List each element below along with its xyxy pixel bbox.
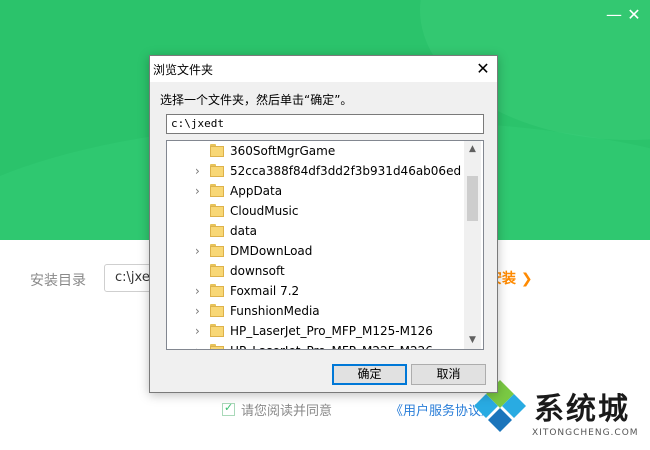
folder-name: Foxmail 7.2 — [230, 284, 300, 298]
folder-icon — [210, 244, 224, 258]
folder-tree-item[interactable]: › 52cca388f84df3dd2f3b931d46ab06ed — [167, 161, 464, 181]
folder-name: AppData — [230, 184, 283, 198]
folder-name: 52cca388f84df3dd2f3b931d46ab06ed — [230, 164, 462, 178]
cancel-button[interactable]: 取消 — [411, 364, 486, 385]
folder-icon — [210, 224, 224, 238]
browse-folder-dialog: 浏览文件夹 ✕ 选择一个文件夹，然后单击“确定”。 c:\jxedt › HP_L… — [149, 55, 498, 393]
minimize-button[interactable]: — — [604, 6, 624, 24]
folder-tree-item[interactable]: › HP_LaserJet_Pro_MFP_M225-M226 — [167, 341, 464, 349]
chevron-right-icon[interactable]: › — [195, 321, 205, 341]
folder-tree-item[interactable]: downsoft — [167, 261, 464, 281]
folder-tree-item[interactable]: › Foxmail 7.2 — [167, 281, 464, 301]
scroll-down-icon[interactable]: ▼ — [464, 332, 481, 349]
chevron-right-icon[interactable]: › — [195, 301, 205, 321]
chevron-right-icon[interactable]: › — [195, 281, 205, 301]
folder-tree-item[interactable]: data — [167, 221, 464, 241]
folder-icon — [210, 344, 224, 349]
dialog-title: 浏览文件夹 — [153, 63, 214, 77]
folder-icon — [210, 284, 224, 298]
agreement-row: 请您阅读并同意 — [222, 400, 332, 419]
folder-tree-item[interactable]: › DMDownLoad — [167, 241, 464, 261]
chevron-right-icon[interactable]: › — [195, 181, 205, 201]
close-window-button[interactable]: ✕ — [624, 6, 644, 24]
folder-name: 360SoftMgrGame — [230, 144, 336, 158]
folder-icon — [210, 144, 224, 158]
folder-name: HP_LaserJet_Pro_MFP_M125-M126 — [230, 324, 433, 338]
agree-text: 请您阅读并同意 — [241, 404, 333, 419]
scroll-up-icon[interactable]: ▲ — [464, 141, 481, 158]
agree-checkbox[interactable] — [222, 401, 235, 416]
watermark-text: 系统城 — [534, 392, 630, 427]
dialog-instruction: 选择一个文件夹，然后单击“确定”。 — [160, 93, 353, 107]
watermark: 系统城 XITONGCHENG.COM — [472, 378, 650, 450]
folder-tree-item[interactable]: › HP_LaserJet_Pro_MFP_M125-M126 — [167, 321, 464, 341]
folder-tree-item[interactable]: CloudMusic — [167, 201, 464, 221]
ok-button[interactable]: 确定 — [332, 364, 407, 385]
chevron-right-icon[interactable]: › — [195, 241, 205, 261]
folder-tree-item[interactable]: 360SoftMgrGame — [167, 141, 464, 161]
chevron-right-icon[interactable]: › — [195, 341, 205, 349]
folder-icon — [210, 164, 224, 178]
folder-name: downsoft — [230, 264, 285, 278]
folder-name: CloudMusic — [230, 204, 299, 218]
folder-icon — [210, 304, 224, 318]
folder-tree-item[interactable]: › FunshionMedia — [167, 301, 464, 321]
folder-name: DMDownLoad — [230, 244, 313, 258]
folder-name: FunshionMedia — [230, 304, 320, 318]
folder-name: data — [230, 224, 258, 238]
folder-name: HP_LaserJet_Pro_MFP_M225-M226 — [230, 341, 433, 349]
dialog-close-button[interactable]: ✕ — [470, 58, 496, 80]
folder-path-field[interactable]: c:\jxedt — [166, 114, 484, 134]
folder-icon — [210, 324, 224, 338]
watermark-subtext: XITONGCHENG.COM — [532, 428, 639, 438]
chevron-right-icon[interactable]: › — [195, 161, 205, 181]
scroll-thumb[interactable] — [467, 176, 478, 221]
install-dir-label: 安装目录 — [30, 273, 86, 289]
dialog-titlebar: 浏览文件夹 ✕ — [150, 56, 497, 82]
folder-tree-item[interactable]: › AppData — [167, 181, 464, 201]
folder-icon — [210, 184, 224, 198]
folder-tree[interactable]: › HP_LaserJet_Pro_MFP_M225-M226 › HP_LaserJ… — [166, 140, 484, 350]
folder-icon — [210, 204, 224, 218]
tree-scrollbar[interactable]: ▲ ▼ — [464, 141, 481, 349]
folder-icon — [210, 264, 224, 278]
